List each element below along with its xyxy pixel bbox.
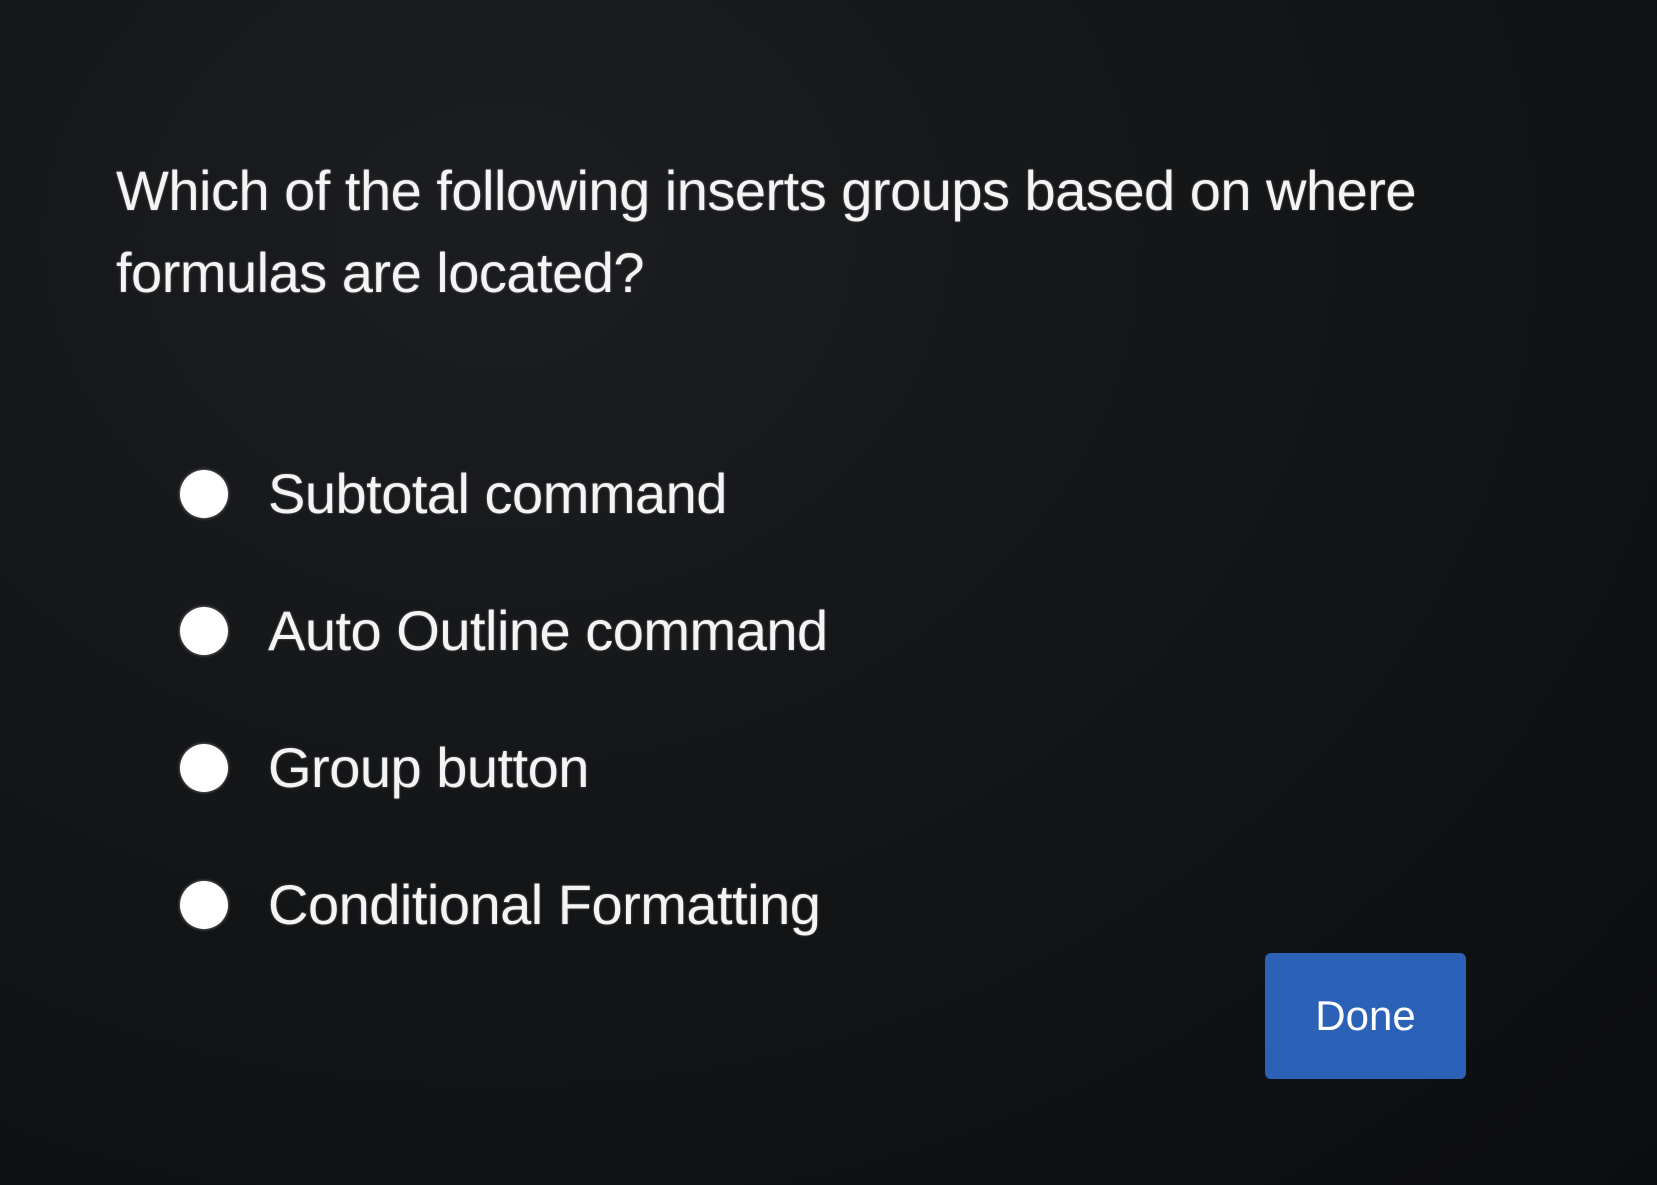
quiz-screen: Which of the following inserts groups ba… <box>0 0 1657 1185</box>
option-label: Conditional Formatting <box>268 873 821 936</box>
option-label: Auto Outline command <box>268 599 828 662</box>
done-button[interactable]: Done <box>1265 953 1466 1079</box>
radio-button[interactable] <box>180 469 228 518</box>
option-subtotal-command[interactable]: Subtotal command <box>180 425 1180 562</box>
option-label: Subtotal command <box>268 462 727 525</box>
radio-button[interactable] <box>180 606 228 655</box>
option-conditional-formatting[interactable]: Conditional Formatting <box>180 836 1180 973</box>
question-text: Which of the following inserts groups ba… <box>116 159 1417 304</box>
answer-options: Subtotal command Auto Outline command Gr… <box>180 425 1180 973</box>
option-group-button[interactable]: Group button <box>180 699 1180 836</box>
option-label: Group button <box>268 736 589 799</box>
option-auto-outline-command[interactable]: Auto Outline command <box>180 562 1180 699</box>
radio-button[interactable] <box>180 743 228 792</box>
radio-button[interactable] <box>180 880 228 929</box>
